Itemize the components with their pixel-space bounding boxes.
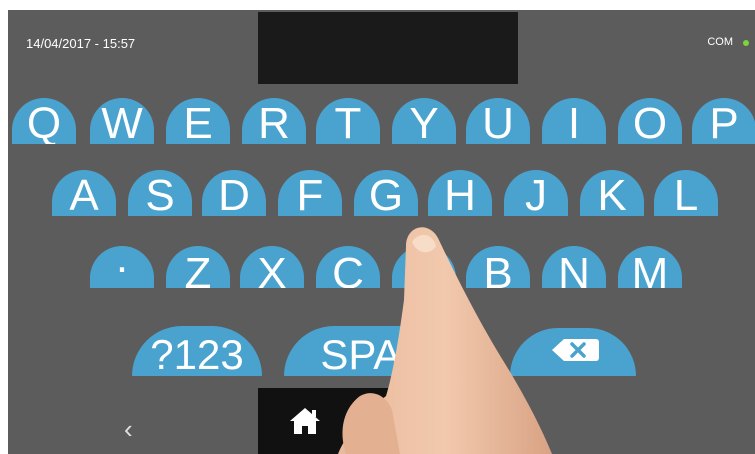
navigation-bar: ‹	[8, 386, 755, 454]
key-period[interactable]: .	[90, 246, 154, 288]
key-k[interactable]: K	[580, 170, 644, 216]
key-l[interactable]: L	[654, 170, 718, 216]
key-t[interactable]: T	[316, 98, 380, 144]
com-status-indicator	[743, 40, 749, 46]
text-display-field	[258, 12, 518, 84]
key-f[interactable]: F	[278, 170, 342, 216]
com-label: COM	[707, 36, 733, 48]
key-u[interactable]: U	[466, 98, 530, 144]
space-key[interactable]: SPACE	[284, 326, 496, 376]
key-v[interactable]: V	[392, 246, 456, 288]
touchscreen: 14/04/2017 - 15:57 COM Q W E R T Y U I O…	[8, 10, 755, 454]
key-w[interactable]: W	[90, 98, 154, 144]
key-r[interactable]: R	[242, 98, 306, 144]
key-x[interactable]: X	[240, 246, 304, 288]
key-n[interactable]: N	[542, 246, 606, 288]
key-b[interactable]: B	[466, 246, 530, 288]
key-p[interactable]: P	[692, 98, 755, 144]
backspace-icon	[552, 339, 599, 361]
key-o[interactable]: O	[618, 98, 682, 144]
key-j[interactable]: J	[504, 170, 568, 216]
backspace-key[interactable]	[510, 328, 636, 376]
key-c[interactable]: C	[316, 246, 380, 288]
key-g[interactable]: G	[354, 170, 418, 216]
home-icon	[290, 408, 320, 434]
chevron-left-icon[interactable]: ‹	[124, 414, 133, 445]
key-e[interactable]: E	[166, 98, 230, 144]
key-s[interactable]: S	[128, 170, 192, 216]
key-d[interactable]: D	[202, 170, 266, 216]
status-bar: 14/04/2017 - 15:57 COM	[8, 10, 755, 84]
key-m[interactable]: M	[618, 246, 682, 288]
key-a[interactable]: A	[52, 170, 116, 216]
key-q[interactable]: Q	[12, 98, 76, 144]
key-z[interactable]: Z	[166, 246, 230, 288]
home-button[interactable]	[258, 388, 518, 454]
numeric-toggle-key[interactable]: ?123	[132, 326, 262, 376]
datetime-label: 14/04/2017 - 15:57	[26, 36, 136, 51]
key-y[interactable]: Y	[392, 98, 456, 144]
key-i[interactable]: I	[542, 98, 606, 144]
key-h[interactable]: H	[428, 170, 492, 216]
